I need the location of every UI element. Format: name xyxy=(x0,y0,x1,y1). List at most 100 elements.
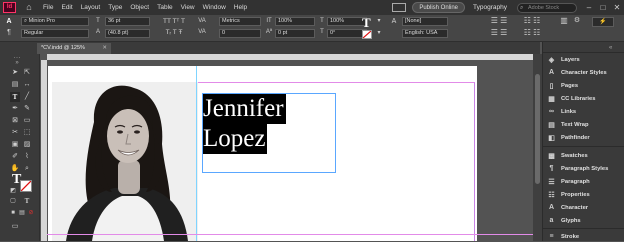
menu-layout[interactable]: Layout xyxy=(81,4,101,11)
zoom-tool-icon[interactable]: ⌕ xyxy=(22,164,32,174)
numbered-list-icons[interactable]: ☷ ☷ xyxy=(520,28,544,37)
gear-icon[interactable]: ⚙ xyxy=(572,16,582,25)
panel-stroke[interactable]: ≡ Stroke xyxy=(547,231,623,242)
arrange-documents-icon[interactable] xyxy=(392,3,407,12)
tracking-icon: VA xyxy=(198,29,206,35)
note-tool-icon[interactable]: ✐ xyxy=(10,152,20,162)
menu-help[interactable]: Help xyxy=(234,4,247,11)
gradient-feather-tool-icon[interactable]: ▨ xyxy=(22,140,32,150)
baseline-shift-field[interactable]: 0 pt xyxy=(275,29,315,38)
document-canvas[interactable]: Jennifer Lopez xyxy=(41,54,533,241)
close-window-button[interactable]: ✕ xyxy=(610,3,624,12)
panel-character-styles[interactable]: A Character Styles xyxy=(547,67,623,78)
selection-tool-icon[interactable]: ➤ xyxy=(10,68,20,78)
character-style-field[interactable]: [None] xyxy=(402,17,448,26)
panel-cc-libraries[interactable]: ▦ CC Libraries xyxy=(547,93,623,104)
default-fill-stroke-icon[interactable]: ◩ xyxy=(8,186,18,196)
adobe-stock-search[interactable]: ⌕ Adobe Stock xyxy=(517,2,577,13)
panel-pages[interactable]: ▯ Pages xyxy=(547,80,623,91)
underline-strikethrough-icons[interactable]: Tᵣ T Ŧ xyxy=(156,28,192,37)
portrait-photo[interactable] xyxy=(52,82,198,241)
text-fill-icon[interactable]: T xyxy=(362,16,371,29)
home-icon[interactable]: ⌂ xyxy=(23,2,35,13)
panel-swatches[interactable]: ▩ Swatches xyxy=(547,150,623,161)
horizontal-scale-field[interactable]: 100% xyxy=(327,17,367,26)
quick-apply-icon[interactable]: ⚡ xyxy=(592,17,614,27)
properties-icon: ☷ xyxy=(548,191,555,199)
minimize-button[interactable]: – xyxy=(582,3,596,12)
pasteboard[interactable]: Jennifer Lopez xyxy=(47,60,533,241)
publish-online-button[interactable]: Publish Online xyxy=(412,2,466,13)
text-stroke-none-icon[interactable] xyxy=(362,30,372,39)
font-size-field[interactable]: 36 pt xyxy=(105,17,150,26)
menu-view[interactable]: View xyxy=(181,4,195,11)
document-tab[interactable]: *CV.indd @ 125% ✕ xyxy=(37,43,111,54)
leading-icon: A xyxy=(95,29,100,35)
close-tab-icon[interactable]: ✕ xyxy=(102,43,107,54)
panel-paragraph-styles[interactable]: ¶ Paragraph Styles xyxy=(547,163,623,174)
canvas-vertical-scrollbar[interactable] xyxy=(533,54,542,241)
panel-text-wrap[interactable]: ▤ Text Wrap xyxy=(547,119,623,130)
panel-pages-label: Pages xyxy=(561,82,579,89)
document-page[interactable]: Jennifer Lopez xyxy=(48,66,477,241)
panel-glyphs[interactable]: a Glyphs xyxy=(547,215,623,226)
collapse-panels-icon[interactable]: « xyxy=(609,45,612,51)
skew-field[interactable]: 0° xyxy=(327,29,367,38)
paragraph-formatting-icon[interactable]: ¶ xyxy=(4,28,14,37)
gradient-swatch-tool-icon[interactable]: ▣ xyxy=(10,140,20,150)
workspace-switcher[interactable]: Typography xyxy=(473,4,507,11)
rectangle-frame-tool-icon[interactable]: ⊠ xyxy=(10,116,20,126)
paragraph-indent-icons[interactable]: ☰ ☰ xyxy=(486,28,512,37)
name-first-line[interactable]: Jennifer xyxy=(203,94,286,124)
kerning-field[interactable]: Metrics xyxy=(219,17,261,26)
type-tool-icon[interactable]: T xyxy=(10,92,20,102)
tracking-field[interactable]: 0 xyxy=(219,29,261,38)
page-tool-icon[interactable]: ▤ xyxy=(10,80,20,90)
menu-object[interactable]: Object xyxy=(130,4,149,11)
panel-properties[interactable]: ☷ Properties xyxy=(547,189,623,200)
character-formatting-icon[interactable]: A xyxy=(4,17,14,26)
all-caps-small-caps-icons[interactable]: TT Tᵀ T xyxy=(156,17,192,26)
name-last-line[interactable]: Lopez xyxy=(203,124,268,154)
menu-edit[interactable]: Edit xyxy=(61,4,72,11)
free-transform-tool-icon[interactable]: ⬚ xyxy=(22,128,32,138)
panel-character[interactable]: A Character xyxy=(547,202,623,213)
scrollbar-thumb[interactable] xyxy=(535,74,540,184)
font-family-field[interactable]: ⌕ Minion Pro xyxy=(21,17,89,26)
menu-window[interactable]: Window xyxy=(203,4,226,11)
text-stroke-dropdown-icon[interactable]: ▾ xyxy=(374,29,384,38)
screen-mode-icon[interactable]: ▭ xyxy=(10,222,20,232)
language-field[interactable]: English: USA xyxy=(402,29,448,38)
maximize-button[interactable]: □ xyxy=(596,3,610,12)
bullet-list-icons[interactable]: ☷ ☷ xyxy=(520,16,544,25)
font-style-field[interactable]: Regular xyxy=(21,29,89,38)
pen-tool-icon[interactable]: ✒ xyxy=(10,104,20,114)
stroke-none-icon[interactable] xyxy=(20,180,32,192)
name-text-frame[interactable]: Jennifer Lopez xyxy=(202,93,336,173)
rectangle-tool-icon[interactable]: ▭ xyxy=(22,116,32,126)
eyedropper-tool-icon[interactable]: ⌇ xyxy=(22,152,32,162)
menu-type[interactable]: Type xyxy=(108,4,122,11)
panel-paragraph[interactable]: ☰ Paragraph xyxy=(547,176,623,187)
pencil-tool-icon[interactable]: ✎ xyxy=(22,104,32,114)
tracking-value: 0 xyxy=(222,30,226,36)
vertical-scale-field[interactable]: 100% xyxy=(275,17,315,26)
line-tool-icon[interactable]: ╱ xyxy=(22,92,32,102)
menu-table[interactable]: Table xyxy=(157,4,173,11)
panel-links[interactable]: ∞ Links xyxy=(547,106,623,117)
gap-tool-icon[interactable]: ↔ xyxy=(22,80,32,90)
paragraph-align-icons[interactable]: ☰ ☰ xyxy=(486,16,512,25)
panel-layers[interactable]: ◈ Layers xyxy=(547,54,623,65)
character-style-icon: A xyxy=(391,18,397,25)
menu-file[interactable]: File xyxy=(43,4,53,11)
formatting-affects-container-icon[interactable]: ▢ xyxy=(8,196,18,206)
direct-selection-tool-icon[interactable]: ⇱ xyxy=(22,68,32,78)
text-fill-dropdown-icon[interactable]: ▾ xyxy=(374,17,384,26)
publish-online-label: Publish Online xyxy=(419,4,459,11)
apply-none-icon[interactable]: ⊘ xyxy=(26,208,36,218)
leading-field[interactable]: (40.8 pt) xyxy=(105,29,150,38)
panel-pathfinder[interactable]: ◧ Pathfinder xyxy=(547,132,623,143)
formatting-affects-text-icon[interactable]: T xyxy=(22,196,32,206)
column-options-icon[interactable]: ▥ xyxy=(556,16,572,25)
scissors-tool-icon[interactable]: ✂ xyxy=(10,128,20,138)
